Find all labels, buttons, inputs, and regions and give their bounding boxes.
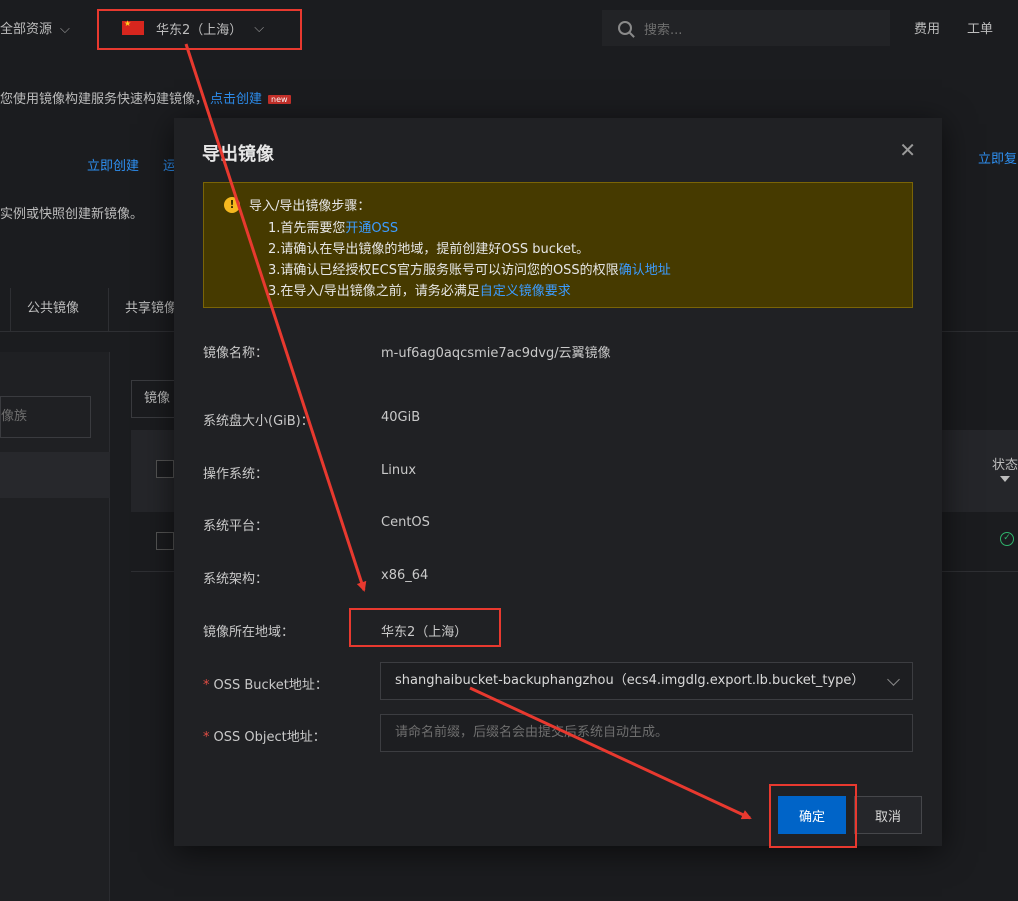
custom-image-requirements-link[interactable]: 自定义镜像要求: [480, 284, 571, 299]
build-service-tip-text: 您使用镜像构建服务快速构建镜像，: [0, 92, 209, 107]
tab-public-images[interactable]: 公共镜像: [10, 288, 95, 332]
tab-shared-images[interactable]: 共享镜像: [108, 288, 174, 332]
global-search[interactable]: 搜索...: [602, 10, 890, 46]
image-family-placeholder: 像族: [1, 409, 28, 424]
china-flag-icon: [122, 19, 144, 35]
os-label: 操作系统：: [203, 467, 269, 482]
create-now-link[interactable]: 立即创建: [87, 155, 139, 174]
export-image-dialog: 导出镜像 ✕ ! 导入/导出镜像步骤： 1.首先需要您开通OSS 2.请确认在导…: [174, 118, 942, 846]
notice-step-3-text: 3.请确认已经授权ECS官方服务账号可以访问您的OSS的权限: [268, 263, 619, 278]
top-bar: 全部资源 ⌵ 华东2（上海） ⌵ 搜索... 费用 工单: [0, 0, 1018, 54]
image-family-panel: 像族: [0, 352, 110, 901]
oss-bucket-select[interactable]: shanghaibucket-backuphangzhou（ecs4.imgdl…: [380, 662, 913, 700]
bucket-label-text: OSS Bucket地址：: [213, 678, 328, 693]
copy-now-link[interactable]: 立即复: [978, 148, 1017, 167]
disk-size-label: 系统盘大小(GiB)：: [203, 414, 314, 429]
resource-group-label: 全部资源: [0, 22, 53, 37]
notice-step-3: 3.请确认已经授权ECS官方服务账号可以访问您的OSS的权限确认地址: [268, 259, 671, 278]
check-circle-icon: ✓: [1000, 532, 1014, 546]
image-family-search[interactable]: 像族: [0, 396, 91, 438]
region-selector[interactable]: 华东2（上海） ⌵: [100, 10, 300, 46]
notice-step-4-text: 3.在导入/导出镜像之前，请务必满足: [268, 284, 480, 299]
resource-group-switch[interactable]: 全部资源 ⌵: [0, 18, 70, 37]
required-mark: *: [203, 678, 210, 693]
region-label: 镜像所在地域：: [203, 625, 295, 640]
notice-step-2: 2.请确认在导出镜像的地域，提前创建好OSS bucket。: [268, 242, 590, 257]
disk-size-value: 40GiB: [381, 410, 421, 425]
status-column-header[interactable]: 状态: [992, 454, 1018, 473]
confirm-address-link[interactable]: 确认地址: [619, 263, 671, 278]
confirm-button[interactable]: 确定: [778, 796, 846, 834]
object-label: * OSS Object地址：: [203, 726, 326, 745]
arch-label: 系统架构：: [203, 572, 269, 587]
steps-notice: ! 导入/导出镜像步骤： 1.首先需要您开通OSS 2.请确认在导出镜像的地域，…: [203, 182, 913, 308]
warning-icon: !: [224, 197, 240, 213]
region-value: 华东2（上海）: [381, 625, 468, 640]
search-icon: [618, 21, 632, 35]
close-icon[interactable]: ✕: [899, 140, 916, 160]
enable-oss-link[interactable]: 开通OSS: [345, 221, 398, 236]
oss-bucket-selected-value: shanghaibucket-backuphangzhou（ecs4.imgdl…: [395, 673, 865, 688]
row-checkbox[interactable]: [156, 532, 174, 550]
chevron-down-icon: [887, 673, 900, 686]
image-name-label: 镜像名称：: [203, 346, 269, 361]
os-value: Linux: [381, 463, 417, 478]
select-all-checkbox[interactable]: [156, 460, 174, 478]
ticket-link[interactable]: 工单: [967, 18, 993, 37]
search-placeholder: 搜索...: [644, 22, 683, 38]
notice-step-4: 3.在导入/导出镜像之前，请务必满足自定义镜像要求: [268, 280, 571, 299]
fee-link[interactable]: 费用: [914, 18, 940, 37]
build-service-tip: 您使用镜像构建服务快速构建镜像， 点击创建 new: [0, 88, 291, 107]
platform-value: CentOS: [381, 515, 430, 530]
filter-arrow-icon[interactable]: [1000, 476, 1010, 482]
notice-step-1-text: 1.首先需要您: [268, 221, 346, 236]
cancel-button[interactable]: 取消: [854, 796, 922, 834]
arch-value: x86_64: [381, 568, 429, 583]
required-mark: *: [203, 730, 210, 745]
notice-step-1: 1.首先需要您开通OSS: [268, 217, 398, 236]
notice-title: 导入/导出镜像步骤：: [249, 199, 371, 214]
dialog-title: 导出镜像: [202, 144, 274, 165]
image-family-item[interactable]: [0, 452, 110, 498]
oss-object-placeholder: 请命名前缀，后缀名会由提交后系统自动生成。: [395, 725, 669, 740]
image-name-value: m-uf6ag0aqcsmie7ac9dvg/云翼镜像: [381, 346, 611, 361]
chevron-down-icon: ⌵: [60, 22, 70, 37]
platform-label: 系统平台：: [203, 519, 269, 534]
new-badge: new: [268, 95, 291, 104]
create-image-desc: 实例或快照创建新镜像。: [0, 207, 144, 222]
region-selector-label: 华东2（上海）: [156, 22, 243, 38]
click-create-link[interactable]: 点击创建: [210, 92, 262, 107]
chevron-down-icon: ⌵: [254, 20, 265, 36]
image-filter-label: 镜像: [144, 391, 171, 406]
oss-object-input[interactable]: 请命名前缀，后缀名会由提交后系统自动生成。: [380, 714, 913, 752]
object-label-text: OSS Object地址：: [213, 730, 326, 745]
bucket-label: * OSS Bucket地址：: [203, 674, 328, 693]
